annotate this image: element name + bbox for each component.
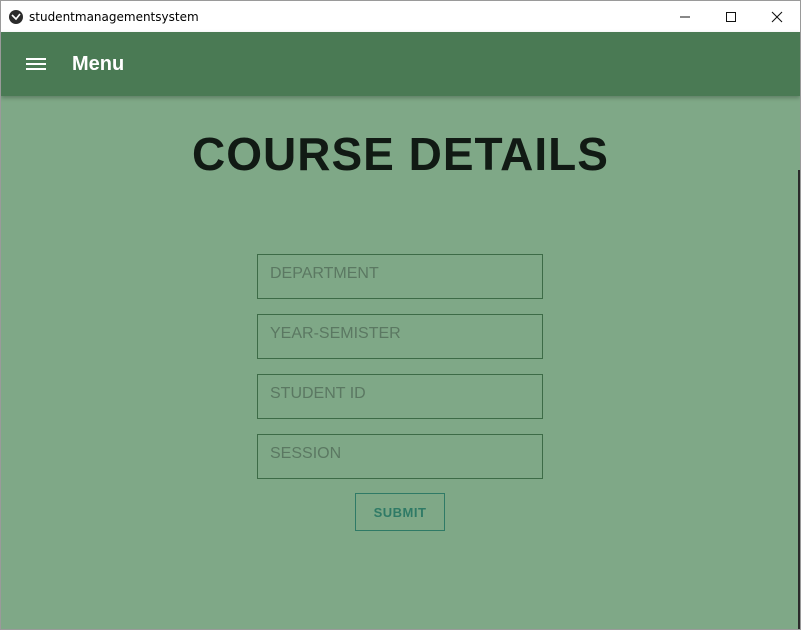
scrollbar[interactable] [798, 170, 800, 629]
session-field[interactable] [257, 434, 543, 479]
session-input[interactable] [258, 435, 542, 478]
minimize-button[interactable] [662, 1, 708, 32]
submit-button[interactable]: SUBMIT [355, 493, 445, 531]
main-content: COURSE DETAILS SUBMIT [1, 96, 800, 629]
page-title: COURSE DETAILS [192, 128, 609, 180]
minimize-icon [680, 16, 690, 17]
maximize-button[interactable] [708, 1, 754, 32]
year-semister-input[interactable] [258, 315, 542, 358]
student-id-field[interactable] [257, 374, 543, 419]
window-controls [662, 1, 800, 32]
app-logo-icon [9, 9, 23, 24]
student-id-input[interactable] [258, 375, 542, 418]
toolbar-title: Menu [72, 52, 125, 75]
app-toolbar: Menu [1, 32, 800, 96]
close-icon [771, 11, 783, 22]
department-field[interactable] [257, 254, 543, 299]
window-titlebar[interactable]: studentmanagementsystem [1, 1, 800, 32]
maximize-icon [726, 11, 736, 22]
hamburger-menu-icon[interactable] [26, 56, 46, 72]
department-input[interactable] [258, 255, 542, 298]
window-title: studentmanagementsystem [29, 9, 199, 24]
close-button[interactable] [754, 1, 800, 32]
year-semister-field[interactable] [257, 314, 543, 359]
app-window: studentmanagementsystem Menu COURSE DETA… [0, 0, 801, 630]
